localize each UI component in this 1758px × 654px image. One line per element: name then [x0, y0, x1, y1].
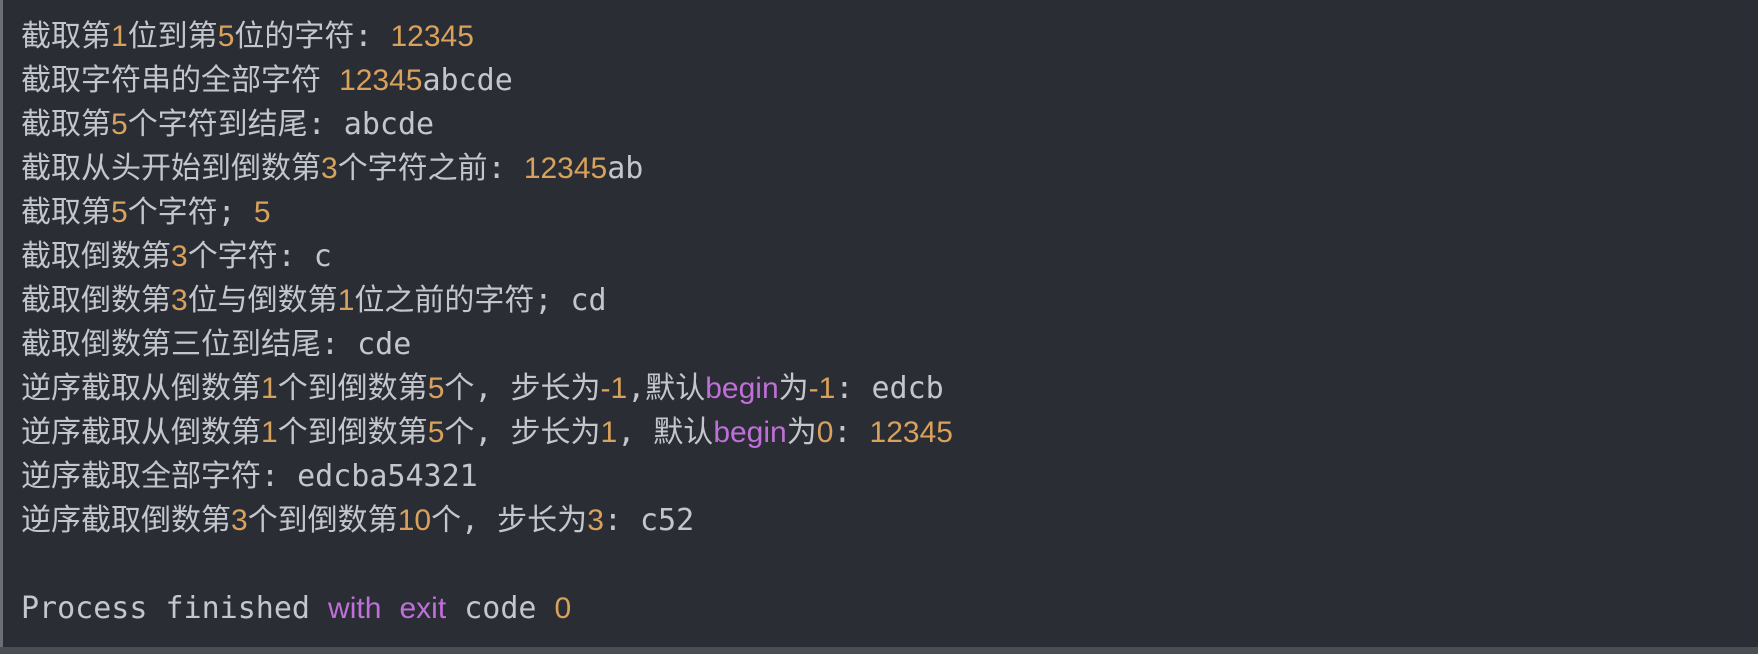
- number-token: 5: [111, 108, 128, 141]
- text-token: 逆序截取从倒数第: [21, 371, 261, 406]
- text-token: 逆序截取倒数第: [21, 503, 231, 538]
- text-token: 个到倒数第: [277, 371, 428, 406]
- number-token: 12345: [869, 416, 953, 449]
- text-token: 位到第: [127, 19, 218, 54]
- number-token: 1: [337, 284, 355, 317]
- text-token: 为: [786, 415, 817, 450]
- text-token: ab: [607, 151, 644, 186]
- console-output-line: 逆序截取从倒数第1个到倒数第5个, 步长为-1,默认begin为-1: edcb: [21, 367, 953, 411]
- number-token: 0: [816, 416, 834, 449]
- text-token: 截取第: [21, 107, 111, 142]
- text-token: 个字符;: [127, 195, 254, 230]
- text-token: 个字符之前:: [337, 151, 524, 186]
- keyword-token: begin: [713, 416, 787, 449]
- keyword-token: with: [328, 592, 382, 625]
- number-token: 3: [171, 240, 188, 273]
- text-token: : edcb: [835, 371, 944, 406]
- keyword-token: exit: [399, 592, 447, 625]
- console-output-line: 截取字符串的全部字符 12345abcde: [21, 59, 953, 103]
- console-lines: 截取第1位到第5位的字符: 12345 截取字符串的全部字符 12345abcde…: [21, 15, 953, 631]
- keyword-token: begin: [705, 372, 779, 405]
- number-token: 5: [427, 416, 445, 449]
- text-token: 个到倒数第: [277, 415, 428, 450]
- text-token: 个, 步长为: [444, 371, 601, 406]
- text-token: 截取倒数第: [21, 283, 171, 318]
- text-token: Process finished: [21, 591, 329, 626]
- number-token: 1: [111, 20, 128, 53]
- text-token: 个, 步长为: [431, 503, 588, 538]
- text-token: 位与倒数第: [187, 283, 338, 318]
- console-output-line: 截取从头开始到倒数第3个字符之前: 12345ab: [21, 147, 953, 191]
- text-token: code: [446, 591, 555, 626]
- text-token: 截取倒数第三位到结尾: cde: [21, 327, 412, 362]
- text-token: 截取从头开始到倒数第: [21, 151, 321, 186]
- text-token: 个字符到结尾: abcde: [127, 107, 435, 142]
- text-token: 个, 步长为: [444, 415, 601, 450]
- number-token: 10: [397, 504, 432, 537]
- text-token: 截取倒数第: [21, 239, 171, 274]
- console-output-line: 截取第5个字符到结尾: abcde: [21, 103, 953, 147]
- text-token: 位的字符:: [234, 19, 391, 54]
- text-token: 逆序截取从倒数第: [21, 415, 261, 450]
- number-token: 3: [321, 152, 338, 185]
- process-finished-line: Process finished with exit code 0: [21, 587, 953, 631]
- number-token: 5: [217, 20, 235, 53]
- text-token: 个字符: c: [187, 239, 332, 274]
- text-token: 截取第: [21, 19, 111, 54]
- text-token: , 默认: [617, 415, 714, 450]
- text-token: abcde: [422, 63, 513, 98]
- text-token: ,默认: [627, 371, 706, 406]
- console-output-line: 截取倒数第三位到结尾: cde: [21, 323, 953, 367]
- number-token: 1: [261, 372, 278, 405]
- number-token: 12345: [339, 64, 423, 97]
- console-output-line: 截取第1位到第5位的字符: 12345: [21, 15, 953, 59]
- text-token: :: [833, 415, 870, 450]
- text-token: 截取字符串的全部字符: [21, 63, 340, 98]
- number-token: 5: [111, 196, 128, 229]
- text-token: 截取第: [21, 195, 111, 230]
- number-token: -1: [808, 372, 836, 405]
- text-token: 逆序截取全部字符: edcba54321: [21, 459, 478, 494]
- console-output-line: 截取第5个字符; 5: [21, 191, 953, 235]
- number-token: 3: [587, 504, 604, 537]
- console-bottom-border: [0, 647, 1758, 654]
- console-output-line: 截取倒数第3位与倒数第1位之前的字符; cd: [21, 279, 953, 323]
- number-token: 5: [427, 372, 445, 405]
- number-token: 5: [253, 196, 271, 229]
- number-token: 12345: [390, 20, 474, 53]
- number-token: 3: [171, 284, 188, 317]
- console-output-line: 逆序截取从倒数第1个到倒数第5个, 步长为1, 默认begin为0: 12345: [21, 411, 953, 455]
- number-token: 12345: [523, 152, 608, 185]
- number-token: 3: [231, 504, 248, 537]
- text-token: 为: [778, 371, 809, 406]
- text-token: : c52: [603, 503, 695, 538]
- number-token: 0: [554, 592, 572, 625]
- console-output-line: 截取倒数第3个字符: c: [21, 235, 953, 279]
- number-token: 1: [600, 416, 618, 449]
- number-token: 1: [261, 416, 278, 449]
- run-console-output[interactable]: 截取第1位到第5位的字符: 12345 截取字符串的全部字符 12345abcde…: [0, 0, 1758, 648]
- text-token: 位之前的字符; cd: [354, 283, 607, 318]
- console-output-line: 逆序截取倒数第3个到倒数第10个, 步长为3: c52: [21, 499, 953, 543]
- text-token: 个到倒数第: [247, 503, 398, 538]
- console-output-line: 逆序截取全部字符: edcba54321: [21, 455, 953, 499]
- number-token: -1: [600, 372, 628, 405]
